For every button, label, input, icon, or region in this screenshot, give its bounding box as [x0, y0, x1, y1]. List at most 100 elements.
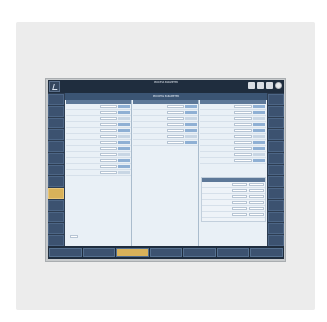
parameter-column-1 — [66, 100, 132, 246]
right-nav-button-1[interactable] — [268, 94, 284, 105]
parameter-value-field[interactable] — [234, 135, 253, 138]
parameter-value-field[interactable] — [99, 159, 118, 162]
bottom-button-7[interactable] — [250, 248, 284, 257]
subtable-header-cell — [250, 178, 265, 182]
parameter-unit-cell — [118, 165, 130, 168]
content-panel: PROCESS PARAMETER — [65, 93, 267, 246]
parameter-unit-cell — [185, 105, 197, 108]
subtable-value-field[interactable] — [232, 189, 248, 192]
parameter-unit-cell — [118, 117, 130, 120]
right-nav-button-11[interactable] — [268, 211, 284, 223]
bottom-button-5[interactable] — [183, 248, 216, 257]
parameter-value-field[interactable] — [234, 141, 253, 144]
bottom-button-4[interactable] — [149, 248, 183, 257]
right-nav-button-10[interactable] — [268, 199, 284, 211]
parameter-value-field[interactable] — [234, 117, 253, 120]
subtable-value-field[interactable] — [249, 189, 264, 192]
bottom-button-6[interactable] — [216, 248, 250, 257]
parameter-value-field[interactable] — [99, 111, 118, 114]
hmi-screen: PROCESS PARAMETER PROCESS PARAMETER — [48, 80, 284, 259]
right-nav-button-2[interactable] — [268, 105, 284, 117]
parameter-value-field[interactable] — [99, 141, 118, 144]
right-nav-button-13[interactable] — [268, 235, 284, 246]
parameter-value-field[interactable] — [99, 135, 118, 138]
bottom-button-2[interactable] — [82, 248, 116, 257]
parameter-value-field[interactable] — [234, 147, 253, 150]
parameter-row — [66, 170, 131, 176]
subtable-value-field[interactable] — [232, 213, 248, 216]
bottom-button-3[interactable] — [116, 248, 149, 257]
parameter-value-field[interactable] — [99, 129, 118, 132]
left-nav-button-10[interactable] — [48, 199, 64, 211]
parameter-value-field[interactable] — [99, 147, 118, 150]
parameter-unit-cell — [185, 129, 197, 132]
parameter-value-field[interactable] — [99, 105, 118, 108]
parameter-value-field[interactable] — [166, 117, 185, 120]
right-nav-button-8[interactable] — [268, 176, 284, 188]
parameter-value-field[interactable] — [99, 171, 118, 174]
subtable-value-field[interactable] — [249, 207, 264, 210]
parameter-unit-cell — [185, 141, 197, 144]
left-nav-button-11[interactable] — [48, 211, 64, 223]
parameter-value-field[interactable] — [234, 111, 253, 114]
parameter-value-field[interactable] — [99, 165, 118, 168]
subtable-value-field[interactable] — [249, 201, 264, 204]
parameter-value-field[interactable] — [99, 123, 118, 126]
save-icon[interactable] — [248, 82, 255, 89]
subtable-value-field[interactable] — [249, 213, 264, 216]
left-nav-button-3[interactable] — [48, 117, 64, 129]
right-nav-button-9[interactable] — [268, 188, 284, 199]
toolbar-icons — [248, 82, 282, 89]
parameter-value-field[interactable] — [234, 105, 253, 108]
bottom-input — [68, 234, 102, 239]
left-nav-button-8[interactable] — [48, 176, 64, 188]
left-nav-button-13[interactable] — [48, 235, 64, 246]
parameter-value-field[interactable] — [234, 153, 253, 156]
parameter-value-field[interactable] — [166, 129, 185, 132]
left-nav-button-4[interactable] — [48, 129, 64, 141]
column-header-cell — [116, 100, 131, 104]
parameter-value-field[interactable] — [166, 111, 185, 114]
left-nav-button-5[interactable] — [48, 141, 64, 152]
bottom-input-field[interactable] — [70, 235, 78, 238]
right-nav-button-12[interactable] — [268, 223, 284, 235]
subtable-value-field[interactable] — [232, 195, 248, 198]
right-nav-button-3[interactable] — [268, 117, 284, 129]
parameter-value-field[interactable] — [166, 123, 185, 126]
left-nav-button-2[interactable] — [48, 105, 64, 117]
parameter-value-field[interactable] — [166, 105, 185, 108]
bottom-button-1[interactable] — [49, 248, 82, 257]
right-nav-button-7[interactable] — [268, 164, 284, 176]
subtable-value-field[interactable] — [249, 183, 264, 186]
parameter-value-field[interactable] — [234, 159, 253, 162]
help-icon[interactable] — [275, 82, 282, 89]
parameter-unit-cell — [118, 171, 130, 174]
left-nav-button-7[interactable] — [48, 164, 64, 176]
right-nav-button-4[interactable] — [268, 129, 284, 141]
right-nav-button-6[interactable] — [268, 152, 284, 164]
subtable-value-field[interactable] — [232, 201, 248, 204]
parameter-value-field[interactable] — [166, 135, 185, 138]
parameter-value-field[interactable] — [234, 123, 253, 126]
column-header — [66, 100, 131, 104]
folder-icon[interactable] — [257, 82, 264, 89]
parameter-value-field[interactable] — [99, 153, 118, 156]
parameter-unit-cell — [118, 123, 130, 126]
column-header — [133, 100, 198, 104]
right-nav-button-5[interactable] — [268, 141, 284, 152]
left-nav-button-6[interactable] — [48, 152, 64, 164]
subtable-value-field[interactable] — [232, 183, 248, 186]
subtable-value-field[interactable] — [232, 207, 248, 210]
parameter-value-field[interactable] — [166, 141, 185, 144]
parameter-unit-cell — [253, 135, 265, 138]
parameter-unit-cell — [118, 111, 130, 114]
left-nav-button-1[interactable] — [48, 94, 64, 105]
parameter-unit-cell — [253, 111, 265, 114]
parameter-value-field[interactable] — [99, 117, 118, 120]
left-nav-button-12[interactable] — [48, 223, 64, 235]
left-nav-button-9[interactable] — [48, 188, 64, 199]
subtable-value-field[interactable] — [249, 195, 264, 198]
print-icon[interactable] — [266, 82, 273, 89]
logo — [49, 81, 60, 92]
parameter-value-field[interactable] — [234, 129, 253, 132]
